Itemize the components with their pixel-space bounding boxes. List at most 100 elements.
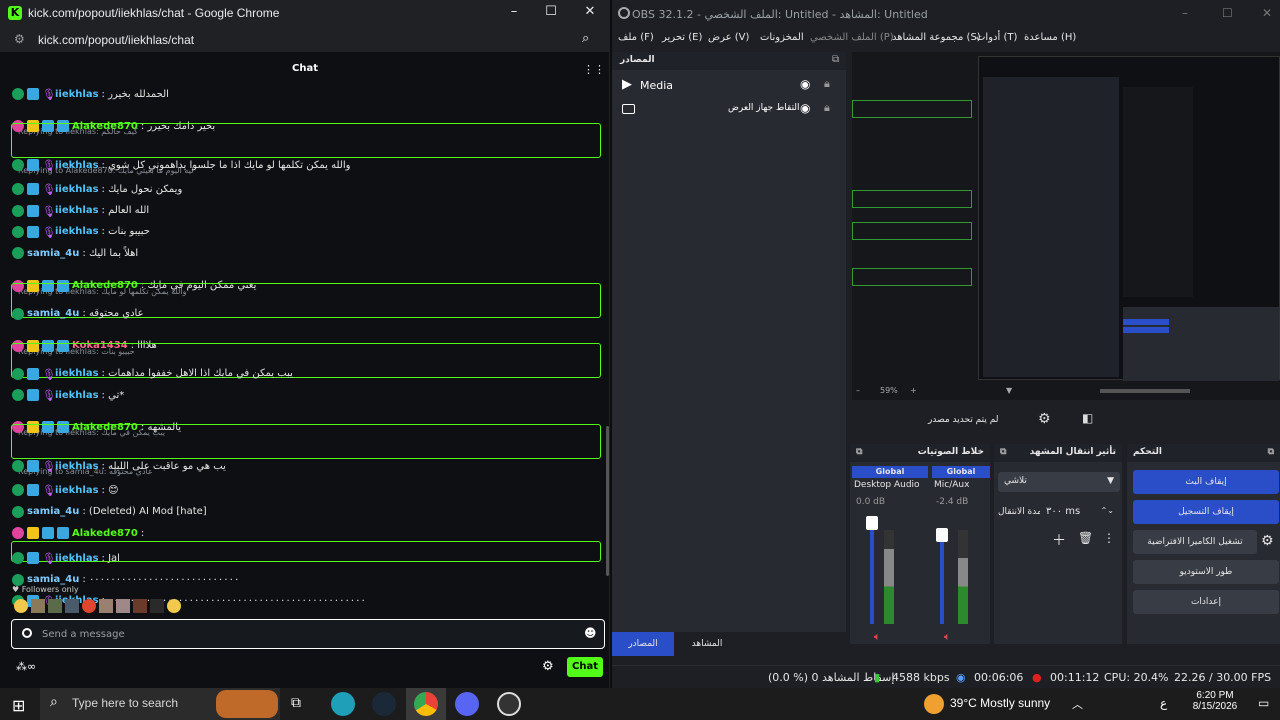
mute-icon[interactable]: 🔈︎	[944, 630, 951, 644]
steam-icon[interactable]	[372, 692, 396, 716]
eye-icon[interactable]: ◉	[800, 101, 810, 115]
chat-username[interactable]: samia_4u	[27, 506, 79, 517]
site-info-icon[interactable]: ⚙	[14, 32, 25, 46]
emote-picker-icon[interactable]	[22, 628, 32, 638]
emote-icon[interactable]	[167, 599, 181, 613]
zoom-out-button[interactable]: –	[856, 386, 860, 395]
stop-streaming-button[interactable]: إيقاف البث	[1133, 470, 1279, 494]
chat-username[interactable]: iiekhlas	[55, 461, 99, 472]
zoom-dropdown-icon[interactable]: ▼	[1006, 386, 1012, 395]
menu-docks[interactable]: المخزونات	[760, 32, 804, 43]
emote-icon[interactable]	[116, 599, 130, 613]
zoom-in-button[interactable]: +	[910, 386, 917, 395]
emote-icon[interactable]	[65, 599, 79, 613]
virtual-camera-button[interactable]: تشغيل الكاميرا الافتراضية	[1133, 530, 1257, 554]
emote-icon[interactable]	[48, 599, 62, 613]
eye-icon[interactable]: ◉	[800, 77, 810, 91]
chat-username[interactable]: iiekhlas	[55, 205, 99, 216]
lock-icon[interactable]: 🔒︎	[824, 101, 830, 115]
menu-help[interactable]: مساعدة (H)	[1024, 32, 1076, 43]
undock-icon[interactable]: ⧉	[856, 447, 862, 457]
chat-username[interactable]: samia_4u	[27, 308, 79, 319]
chat-username[interactable]: iiekhlas	[55, 184, 99, 195]
search-icon[interactable]: ⌕	[582, 31, 589, 46]
filters-icon[interactable]: ◧	[1082, 411, 1093, 425]
chat-username[interactable]: iiekhlas	[55, 160, 99, 171]
trash-icon[interactable]: 🗑︎	[1078, 531, 1093, 545]
maximize-button[interactable]: ☐	[541, 4, 561, 22]
close-button[interactable]: ✕	[580, 4, 600, 22]
tray-overflow-icon[interactable]: ︿	[1072, 696, 1083, 712]
stop-recording-button[interactable]: إيقاف التسجيل	[1133, 500, 1279, 524]
emote-icon[interactable]	[99, 599, 113, 613]
properties-gear-icon[interactable]: ⚙	[1038, 411, 1051, 427]
task-view-icon[interactable]: ⧉	[291, 695, 301, 711]
chat-username[interactable]: iiekhlas	[55, 553, 99, 564]
obs-taskbar-icon[interactable]	[497, 692, 521, 716]
menu-view[interactable]: عرض (V)	[708, 32, 749, 43]
transition-select[interactable]: تلاشي ▼	[998, 472, 1120, 492]
settings-button[interactable]: إعدادات	[1133, 590, 1279, 614]
source-item-media[interactable]: ▶ Media ◉ 🔒︎	[612, 76, 846, 96]
clock[interactable]: 6:20 PM 8/15/2026	[1185, 690, 1245, 712]
add-transition-icon[interactable]: ＋	[1052, 530, 1066, 550]
chat-scrollbar[interactable]	[606, 426, 609, 576]
chat-username[interactable]: samia_4u	[27, 574, 79, 585]
chat-username[interactable]: iiekhlas	[55, 89, 99, 100]
transition-duration-input[interactable]: ٣٠٠ ms ⌃⌄	[1040, 502, 1120, 522]
obs-minimize-button[interactable]: –	[1182, 6, 1188, 20]
preview-scrollbar[interactable]	[1100, 389, 1190, 393]
virtual-camera-settings-icon[interactable]: ⚙	[1261, 533, 1274, 549]
obs-maximize-button[interactable]: ☐	[1222, 6, 1233, 20]
chat-username[interactable]: iiekhlas	[55, 485, 99, 496]
tab-scenes[interactable]: المشاهد	[676, 632, 738, 656]
mute-icon[interactable]: 🔈︎	[874, 630, 881, 644]
menu-file[interactable]: ملف (F)	[618, 32, 654, 43]
minimize-button[interactable]: –	[504, 4, 524, 22]
users-icon[interactable]: ⁂∞	[16, 660, 36, 673]
mixer-ch2-name[interactable]: Mic/Aux	[934, 480, 969, 490]
emote-icon[interactable]	[150, 599, 164, 613]
source-item-display-capture[interactable]: التقاط جهاز العرض ◉ 🔒︎	[612, 100, 846, 120]
more-options-icon[interactable]: ⋮	[1103, 531, 1115, 545]
studio-mode-button[interactable]: طور الاستوديو	[1133, 560, 1279, 584]
gear-icon[interactable]: ⚙	[542, 659, 554, 674]
chat-username[interactable]: Alakede870	[72, 528, 138, 539]
emote-icon[interactable]	[14, 599, 28, 613]
address-bar[interactable]: ⚙ kick.com/popout/iiekhlas/chat ⌕	[0, 28, 610, 52]
mixer-ch2-fader[interactable]	[940, 528, 944, 624]
emoji-icon[interactable]: ☻	[584, 626, 597, 640]
mixer-ch1-fader[interactable]	[870, 516, 874, 624]
mixer-ch1-name[interactable]: Desktop Audio	[854, 480, 920, 490]
app-icon[interactable]	[455, 692, 479, 716]
lock-icon[interactable]: 🔒︎	[824, 77, 830, 91]
language-indicator[interactable]: ع	[1160, 696, 1167, 710]
windows-start-icon[interactable]: ⊞	[12, 696, 25, 715]
chat-send-button[interactable]: Chat	[567, 657, 603, 677]
menu-scene-collection[interactable]: مجموعة المشاهد (S)	[892, 32, 981, 43]
menu-profile[interactable]: الملف الشخصي (P)	[810, 32, 894, 43]
chat-settings-icon[interactable]: ⋮⋮	[583, 63, 605, 76]
chat-username[interactable]: iiekhlas	[55, 226, 99, 237]
chat-username[interactable]: iiekhlas	[55, 390, 99, 401]
chat-username[interactable]: iiekhlas	[55, 368, 99, 379]
chrome-icon[interactable]	[414, 692, 438, 716]
undock-icon[interactable]: ⧉	[832, 54, 839, 65]
menu-edit[interactable]: تحرير (E)	[662, 32, 702, 43]
edge-icon[interactable]	[331, 692, 355, 716]
chat-username[interactable]: samia_4u	[27, 248, 79, 259]
emote-icon[interactable]	[82, 599, 96, 613]
emote-icon[interactable]	[31, 599, 45, 613]
mixer-ch2-fader-handle[interactable]	[936, 528, 948, 542]
chat-input[interactable]: Send a message ☻	[11, 619, 605, 649]
notifications-icon[interactable]: ▭	[1258, 696, 1269, 710]
mixer-ch1-fader-handle[interactable]	[866, 516, 878, 530]
weather-text[interactable]: 39°C Mostly sunny	[950, 696, 1050, 710]
undock-icon[interactable]: ⧉	[1000, 447, 1006, 457]
url-text[interactable]: kick.com/popout/iiekhlas/chat	[38, 33, 194, 47]
tab-sources[interactable]: المصادر	[612, 632, 674, 656]
emote-bar[interactable]	[14, 599, 204, 613]
obs-close-button[interactable]: ✕	[1262, 6, 1272, 20]
taskbar-search[interactable]: ⌕ Type here to search	[40, 688, 280, 720]
emote-icon[interactable]	[133, 599, 147, 613]
